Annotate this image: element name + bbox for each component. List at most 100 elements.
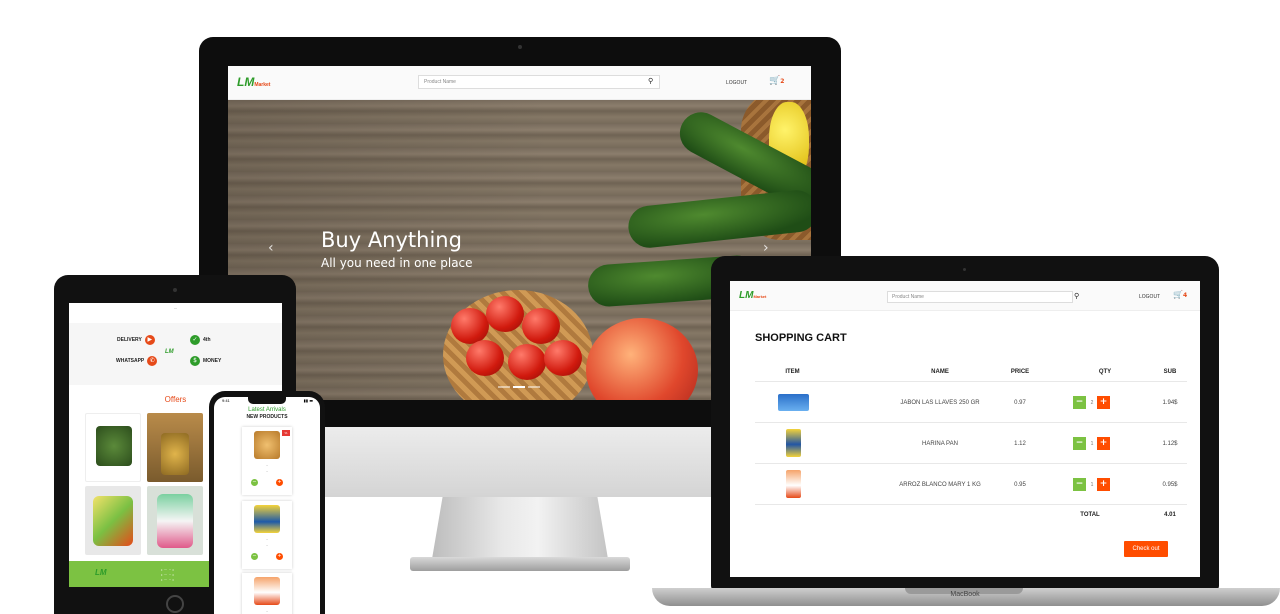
column-header: SUB <box>1163 369 1177 375</box>
product-image <box>254 577 280 605</box>
ipad-camera <box>173 288 177 292</box>
footer-contact: • ··· ·· • • ··· ·· • • ··· ·· • <box>161 567 174 581</box>
status-time: 9:41 <box>222 398 230 403</box>
product-thumbnail <box>786 470 801 498</box>
truck-icon: ▶ <box>144 335 155 345</box>
phone-product-card[interactable]: ... ... − + <box>242 501 292 569</box>
carousel-next-arrow[interactable]: › <box>763 240 769 256</box>
imac-search-input[interactable]: Product Name <box>418 75 660 89</box>
subtotal: 1.12$ <box>1162 441 1178 447</box>
product-image <box>157 494 193 548</box>
cart-title: SHOPPING CART <box>755 332 847 344</box>
phone-header: Latest Arrivals <box>248 407 286 413</box>
search-placeholder: Product Name <box>424 79 456 85</box>
product-image <box>254 505 280 533</box>
search-icon[interactable]: ⚲ <box>1074 292 1079 300</box>
service-delivery: DELIVERY ▶ <box>117 335 155 345</box>
carousel-dot[interactable] <box>528 386 540 388</box>
product-price: 1.12 <box>1014 441 1026 447</box>
cart-count: 4 <box>1182 292 1188 299</box>
offer-product-tile[interactable] <box>85 413 141 482</box>
cart-glyph: 🛒 <box>769 76 781 86</box>
tomato-image <box>451 308 489 344</box>
macbook-camera <box>963 268 966 271</box>
macbook-brand-label: MacBook <box>950 591 980 598</box>
product-price: 0.97 <box>1014 400 1026 406</box>
product-thumbnail <box>786 429 801 457</box>
phone-product-card[interactable]: ... ... <box>242 573 292 614</box>
phone-subheader: NEW PRODUCTS <box>246 414 288 420</box>
phone-product-card[interactable]: % ... ... − + <box>242 427 292 495</box>
column-header: ITEM <box>785 369 800 375</box>
table-header: ITEM NAME PRICE QTY SUB <box>755 362 1187 382</box>
checkout-button[interactable]: Check out <box>1124 541 1168 557</box>
product-image <box>93 496 133 546</box>
whatsapp-icon: ✆ <box>147 356 158 366</box>
table-row: JABON LAS LLAVES 250 GR 0.97 − 2 + 1.94$ <box>755 382 1187 423</box>
search-placeholder: Product Name <box>892 294 924 300</box>
total-value: 4.01 <box>1164 512 1176 518</box>
ipad-home-button[interactable] <box>166 595 184 613</box>
subtotal: 1.94$ <box>1162 400 1178 406</box>
offer-product-tile[interactable] <box>147 413 203 482</box>
service-title: MONEY <box>203 358 222 364</box>
carousel-dot[interactable] <box>498 386 510 388</box>
service-money: $ MONEY <box>190 356 221 366</box>
increase-qty-button[interactable]: + <box>1097 396 1110 409</box>
imac-logo[interactable]: LMMarket <box>237 75 270 89</box>
macbook-search-input[interactable]: Product Name <box>887 291 1073 303</box>
carousel-prev-arrow[interactable]: ‹ <box>268 240 274 256</box>
signal-icon: ▮▮ ▬ <box>303 398 313 403</box>
imac-navbar: LMMarket Product Name ⚲ LOGOUT 🛒2 <box>228 66 811 100</box>
decrease-qty-button[interactable]: − <box>1073 478 1086 491</box>
check-icon: ✓ <box>190 335 200 345</box>
money-icon: $ <box>190 356 200 366</box>
increase-qty-button[interactable]: + <box>1097 437 1110 450</box>
hero-title: Buy Anything <box>321 228 462 252</box>
product-name: ... <box>265 537 269 541</box>
increase-button[interactable]: + <box>276 553 283 560</box>
apple-logo-icon <box>501 437 537 481</box>
table-row: HARINA PAN 1.12 − 1 + 1.12$ <box>755 423 1187 464</box>
logo-tag: Market <box>753 294 767 299</box>
decrease-qty-button[interactable]: − <box>1073 437 1086 450</box>
footer-logo: LM <box>95 568 107 577</box>
carousel-indicators[interactable] <box>498 386 540 388</box>
cart-icon[interactable]: 🛒2 <box>769 76 784 86</box>
macbook-navbar: LMMarket Product Name ⚲ LOGOUT 🛒4 <box>730 281 1200 311</box>
imac-camera <box>518 45 522 49</box>
subtotal: 0.95$ <box>1162 482 1178 488</box>
increase-button[interactable]: + <box>276 479 283 486</box>
service-title: WHATSAPP <box>116 358 145 364</box>
logo-tag: Market <box>254 82 271 88</box>
increase-qty-button[interactable]: + <box>1097 478 1110 491</box>
cart-icon[interactable]: 🛒4 <box>1173 290 1187 299</box>
product-name: ... <box>265 609 269 613</box>
hero-subtitle: All you need in one place <box>321 256 473 270</box>
tomato-image <box>466 340 504 376</box>
product-image <box>254 431 280 459</box>
macbook-logo[interactable]: LMMarket <box>739 290 766 301</box>
service-whatsapp: WHATSAPP ✆ <box>116 356 158 366</box>
decrease-qty-button[interactable]: − <box>1073 396 1086 409</box>
decrease-button[interactable]: − <box>251 479 258 486</box>
service-title: 4th <box>203 337 211 343</box>
services-logo: LM <box>165 349 174 355</box>
carousel-dot[interactable] <box>513 386 525 388</box>
offer-product-tile[interactable] <box>85 486 141 555</box>
tomato-image <box>522 308 560 344</box>
offer-badge: % <box>282 430 290 436</box>
logo-text: LM <box>237 75 255 89</box>
product-name: ... <box>265 463 269 467</box>
tomato-image <box>508 344 546 380</box>
logout-link[interactable]: LOGOUT <box>726 80 747 86</box>
logout-link[interactable]: LOGOUT <box>1139 294 1160 300</box>
ipad-top-text: ... <box>173 305 178 309</box>
search-icon[interactable]: ⚲ <box>648 77 653 85</box>
product-image <box>96 426 132 466</box>
offer-product-tile[interactable] <box>147 486 203 555</box>
tomato-image <box>486 296 524 332</box>
total-row: TOTAL 4.01 <box>755 505 1187 525</box>
iphone-notch <box>248 397 286 404</box>
decrease-button[interactable]: − <box>251 553 258 560</box>
